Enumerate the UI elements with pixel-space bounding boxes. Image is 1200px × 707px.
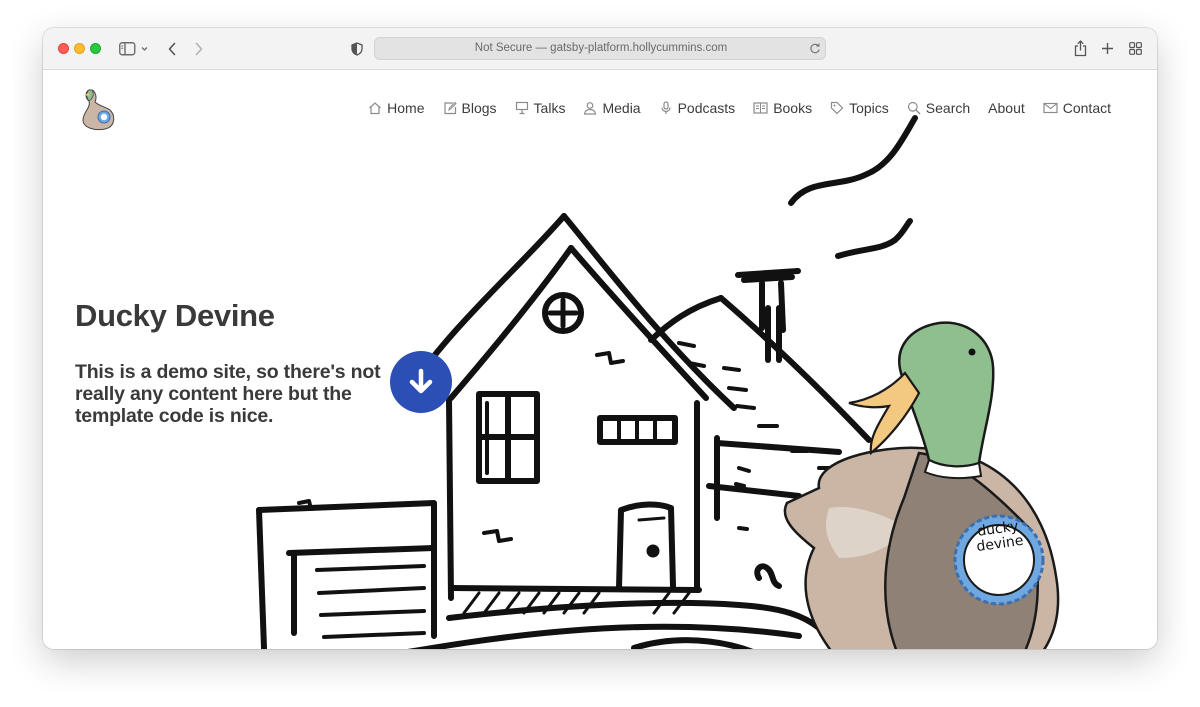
nav-home-label: Home <box>387 100 425 116</box>
address-bar[interactable]: Not Secure — gatsby-platform.hollycummin… <box>374 37 826 60</box>
site-logo[interactable] <box>77 86 119 132</box>
nav-blogs-label: Blogs <box>461 100 497 116</box>
chevron-left-icon[interactable] <box>167 42 177 56</box>
search-icon <box>907 101 921 115</box>
share-icon[interactable] <box>1074 40 1087 57</box>
nav-podcasts-label: Podcasts <box>677 100 736 116</box>
nav-search-label: Search <box>925 100 971 116</box>
nav-books-label: Books <box>773 100 813 116</box>
presentation-icon <box>515 101 528 115</box>
nav-topics[interactable]: Topics <box>830 100 889 116</box>
browser-toolbar: Not Secure — gatsby-platform.hollycummin… <box>43 28 1157 70</box>
browser-window: Not Secure — gatsby-platform.hollycummin… <box>43 28 1157 649</box>
arrow-down-icon <box>409 368 433 394</box>
nav-search[interactable]: Search <box>907 100 970 116</box>
web-page: ducky devine Home Blogs Talks Media Podc… <box>43 70 1157 649</box>
screen: Not Secure — gatsby-platform.hollycummin… <box>0 0 1200 707</box>
nav-podcasts[interactable]: Podcasts <box>659 100 736 116</box>
hero-title: Ducky Devine <box>75 298 275 333</box>
address-text: Not Secure — gatsby-platform.hollycummin… <box>474 42 728 54</box>
grid-icon[interactable] <box>1129 42 1142 55</box>
scroll-down-button[interactable] <box>390 351 452 413</box>
edit-icon <box>443 101 457 115</box>
person-icon <box>584 102 597 115</box>
nav-talks[interactable]: Talks <box>515 100 566 116</box>
sidebar-icon[interactable] <box>119 42 151 56</box>
nav-contact[interactable]: Contact <box>1043 100 1111 116</box>
reload-icon[interactable] <box>809 42 821 55</box>
envelope-icon <box>1043 102 1058 114</box>
nav-about-label: About <box>988 100 1025 116</box>
plus-icon[interactable] <box>1101 42 1114 55</box>
chevron-right-icon[interactable] <box>194 42 204 56</box>
book-icon <box>753 102 768 114</box>
nav-media[interactable]: Media <box>583 100 641 116</box>
nav-books[interactable]: Books <box>753 100 812 116</box>
hero-subtitle: This is a demo site, so there's not real… <box>75 361 381 427</box>
nav-blogs[interactable]: Blogs <box>443 100 497 116</box>
home-icon <box>369 102 382 115</box>
nav-media-label: Media <box>602 100 641 116</box>
window-minimize-button[interactable] <box>74 43 85 54</box>
nav-contact-label: Contact <box>1062 100 1111 116</box>
privacy-shield-icon[interactable] <box>351 42 363 56</box>
nav-talks-label: Talks <box>533 100 566 116</box>
tag-icon <box>831 101 844 115</box>
window-zoom-button[interactable] <box>90 43 101 54</box>
nav-home[interactable]: Home <box>368 100 425 116</box>
site-nav: Home Blogs Talks Media Podcasts Books To… <box>368 97 1111 119</box>
microphone-icon <box>660 101 671 114</box>
window-close-button[interactable] <box>58 43 69 54</box>
nav-about[interactable]: About <box>988 100 1025 116</box>
nav-topics-label: Topics <box>849 100 889 116</box>
